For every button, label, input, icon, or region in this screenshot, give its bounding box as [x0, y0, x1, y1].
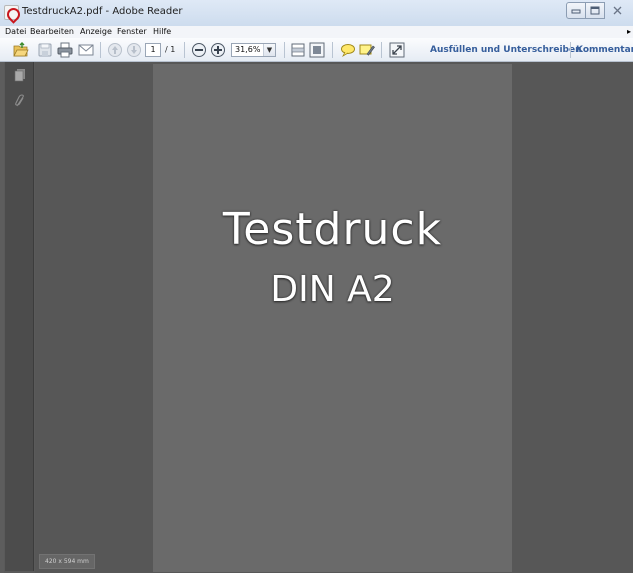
chevron-down-icon[interactable]: ▼: [263, 44, 275, 56]
toolbar-separator: [284, 42, 285, 58]
window-left-border: [0, 62, 4, 573]
menu-anzeige[interactable]: Anzeige: [80, 26, 112, 38]
toolbar: 1 / 1 31,6% ▼ Ausfüllen und Unterschreib…: [0, 38, 633, 62]
maximize-icon: [590, 6, 600, 15]
document-viewport[interactable]: Testdruck DIN A2 420 x 594 mm: [35, 62, 633, 573]
pdf-page: Testdruck DIN A2: [153, 64, 512, 572]
save-icon[interactable]: [37, 42, 53, 58]
adobe-reader-app-icon[interactable]: [4, 5, 19, 20]
menu-bar: Datei Bearbeiten Anzeige Fenster Hilfe ▸: [0, 26, 633, 38]
zoom-value: 31,6%: [235, 45, 261, 54]
fullscreen-icon[interactable]: [389, 42, 405, 58]
navigation-panel: [5, 62, 34, 571]
page-number-input[interactable]: 1: [145, 43, 161, 57]
menu-hilfe[interactable]: Hilfe: [153, 26, 171, 38]
fill-and-sign-link[interactable]: Ausfüllen und Unterschreiben: [430, 45, 582, 55]
zoom-out-icon[interactable]: [191, 42, 207, 58]
open-icon[interactable]: [13, 42, 29, 58]
highlight-icon[interactable]: [359, 42, 375, 58]
menu-bearbeiten[interactable]: Bearbeiten: [30, 26, 74, 38]
page-total-label: / 1: [165, 45, 176, 54]
content-area: Testdruck DIN A2 420 x 594 mm: [0, 62, 633, 573]
prev-page-icon[interactable]: [107, 42, 123, 58]
document-subtitle: DIN A2: [270, 269, 395, 310]
window-controls: [566, 2, 630, 20]
minimize-button[interactable]: [566, 2, 586, 19]
menu-overflow-icon[interactable]: ▸: [627, 26, 631, 38]
maximize-button[interactable]: [585, 2, 605, 19]
email-icon[interactable]: [78, 42, 94, 58]
print-icon[interactable]: [57, 42, 73, 58]
fit-page-icon[interactable]: [309, 42, 325, 58]
adobe-reader-window: TestdruckA2.pdf - Adobe Reader Datei Bea…: [0, 0, 633, 573]
zoom-select[interactable]: 31,6% ▼: [231, 43, 276, 57]
toolbar-separator: [332, 42, 333, 58]
toolbar-separator: [100, 42, 101, 58]
window-title: TestdruckA2.pdf - Adobe Reader: [22, 6, 183, 17]
zoom-in-icon[interactable]: [210, 42, 226, 58]
document-title: Testdruck: [222, 204, 443, 255]
title-bar[interactable]: TestdruckA2.pdf - Adobe Reader: [0, 0, 633, 26]
toolbar-separator: [381, 42, 382, 58]
minimize-icon: [571, 9, 581, 14]
scroll-mode-icon[interactable]: [290, 42, 306, 58]
close-icon: [613, 6, 622, 15]
menu-fenster[interactable]: Fenster: [117, 26, 147, 38]
comment-icon[interactable]: [340, 42, 356, 58]
attachments-icon[interactable]: [14, 94, 26, 108]
page-size-badge: 420 x 594 mm: [39, 554, 95, 569]
toolbar-separator: [570, 42, 571, 58]
next-page-icon[interactable]: [126, 42, 142, 58]
comment-pane-link[interactable]: Kommentar: [576, 45, 633, 55]
toolbar-separator: [184, 42, 185, 58]
close-button[interactable]: [604, 2, 630, 19]
page-thumbnails-icon[interactable]: [14, 68, 26, 82]
menu-datei[interactable]: Datei: [5, 26, 26, 38]
